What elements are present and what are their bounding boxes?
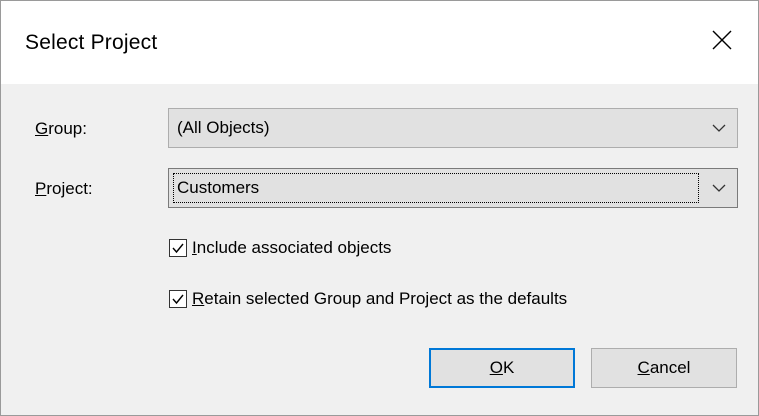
close-button[interactable] (686, 1, 758, 84)
project-combobox-value: Customers (177, 178, 260, 197)
retain-defaults-label: Retain selected Group and Project as the… (192, 289, 567, 309)
checkbox-label-mnemonic: R (192, 289, 205, 308)
group-label-mnemonic: G (35, 119, 49, 138)
retain-defaults-checkbox[interactable]: Retain selected Group and Project as the… (169, 287, 567, 311)
checkbox-box[interactable] (169, 290, 187, 308)
group-combobox[interactable]: (All Objects) (168, 108, 738, 148)
cancel-button-label: ancel (649, 358, 691, 377)
title-bar[interactable]: Select Project (1, 1, 758, 84)
close-icon (711, 29, 733, 56)
include-associated-objects-checkbox[interactable]: Include associated objects (169, 236, 391, 260)
ok-button-label: K (502, 358, 515, 377)
checkbox-box[interactable] (169, 239, 187, 257)
ok-button[interactable]: OK (429, 348, 575, 388)
project-label-mnemonic: P (35, 179, 47, 198)
select-project-dialog: Select Project Group: (All Objects) Proj… (0, 0, 759, 416)
include-associated-objects-label: Include associated objects (192, 238, 391, 258)
cancel-button[interactable]: Cancel (591, 348, 737, 388)
project-label-text: roject: (46, 179, 93, 198)
group-label-text: roup: (48, 119, 87, 138)
checkmark-icon (172, 294, 184, 305)
project-label: Project: (35, 179, 93, 199)
chevron-down-icon (711, 121, 727, 135)
group-label: Group: (35, 119, 87, 139)
chevron-down-icon (711, 181, 727, 195)
checkbox-label-text: etain selected Group and Project as the … (204, 289, 568, 308)
ok-button-mnemonic: O (489, 358, 503, 377)
project-combobox[interactable]: Customers (168, 168, 738, 208)
group-combobox-value: (All Objects) (177, 118, 270, 137)
checkmark-icon (172, 243, 184, 254)
dialog-title: Select Project (25, 31, 158, 54)
cancel-button-mnemonic: C (637, 358, 650, 377)
checkbox-label-text: nclude associated objects (196, 238, 392, 257)
